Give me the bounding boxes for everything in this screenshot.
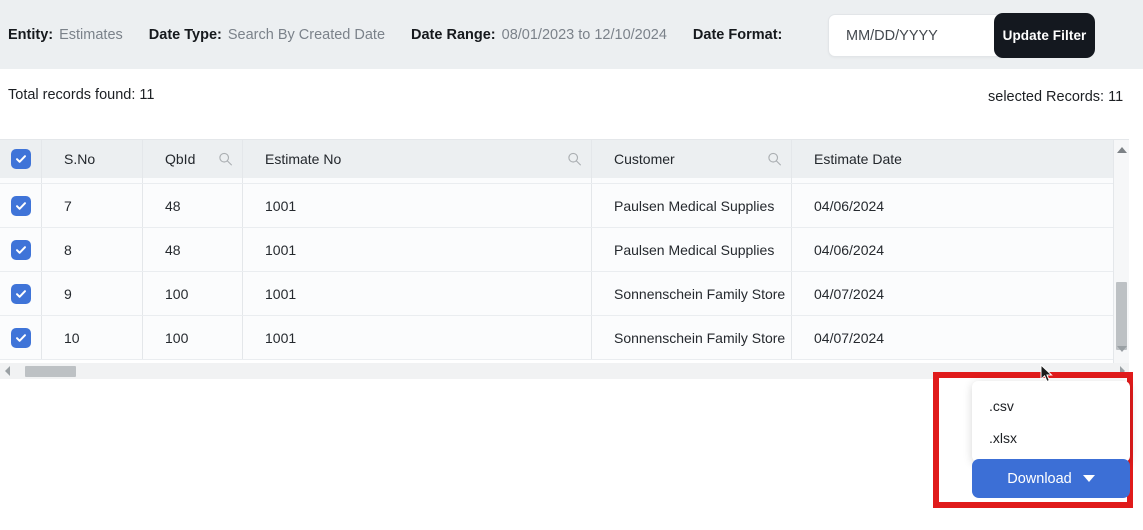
cell-sno: 7 bbox=[42, 184, 143, 227]
vertical-scrollbar[interactable] bbox=[1113, 140, 1129, 363]
cell-customer: Sonnenschein Family Store bbox=[592, 316, 792, 359]
search-icon[interactable] bbox=[767, 152, 782, 167]
date-range-value: 08/01/2023 to 12/10/2024 bbox=[501, 26, 667, 43]
cell-sno: 10 bbox=[42, 316, 143, 359]
horizontal-scrollbar-thumb[interactable] bbox=[25, 366, 76, 377]
filter-fields: Entity: Estimates Date Type: Search By C… bbox=[8, 0, 788, 69]
row-checkbox[interactable] bbox=[10, 283, 31, 304]
row-select-cell[interactable] bbox=[0, 316, 42, 359]
download-option-csv[interactable]: .csv bbox=[972, 390, 1130, 422]
date-format-input[interactable]: MM/DD/YYYY bbox=[828, 14, 1010, 57]
total-records-label: Total records found: 11 bbox=[8, 87, 155, 103]
table-header: S.No QbId Estimate No Customer Estimate … bbox=[0, 140, 1113, 178]
cell-estimate-no: 1001 bbox=[243, 184, 592, 227]
entity-value: Estimates bbox=[59, 26, 123, 43]
cell-customer: Sonnenschein Family Store bbox=[592, 272, 792, 315]
cell-estimate-date: 04/06/2024 bbox=[814, 241, 885, 258]
chevron-down-icon bbox=[1082, 475, 1095, 482]
row-checkbox[interactable] bbox=[10, 327, 31, 348]
search-icon[interactable] bbox=[218, 152, 233, 167]
cell-estimate-date: 04/07/2024 bbox=[814, 329, 885, 346]
table-row[interactable]: 8 48 1001 Paulsen Medical Supplies 04/06… bbox=[0, 228, 1113, 272]
cell-estimate-no: 1001 bbox=[243, 228, 592, 271]
column-header-label: Estimate Date bbox=[814, 151, 902, 167]
scroll-up-arrow-icon[interactable] bbox=[1114, 142, 1129, 157]
cell-qbid: 48 bbox=[143, 184, 243, 227]
scroll-left-arrow-icon[interactable] bbox=[1, 365, 13, 377]
column-header-sno[interactable]: S.No bbox=[42, 140, 143, 178]
date-type-value: Search By Created Date bbox=[227, 26, 386, 43]
cell-estimate-no: 1001 bbox=[243, 316, 592, 359]
cell-estimate-date: 04/06/2024 bbox=[814, 197, 885, 214]
selected-records-label: selected Records: 11 bbox=[988, 89, 1124, 105]
date-type-label: Date Type: bbox=[148, 26, 222, 43]
download-option-xlsx[interactable]: .xlsx bbox=[972, 422, 1130, 454]
download-button[interactable]: Download bbox=[972, 459, 1130, 498]
counts-row: Total records found: 11 selected Records… bbox=[0, 69, 1143, 141]
records-table: 7 48 1001 Paulsen Medical Supplies 04/06… bbox=[0, 139, 1129, 363]
row-checkbox[interactable] bbox=[10, 195, 31, 216]
row-select-cell[interactable] bbox=[0, 272, 42, 315]
column-header-label: Estimate No bbox=[265, 151, 342, 167]
cell-estimate-date: 04/07/2024 bbox=[814, 285, 885, 302]
column-header-qbid[interactable]: QbId bbox=[143, 140, 243, 178]
cell-customer: Paulsen Medical Supplies bbox=[592, 184, 792, 227]
table-row[interactable]: 7 48 1001 Paulsen Medical Supplies 04/06… bbox=[0, 184, 1113, 228]
cell-sno: 8 bbox=[42, 228, 143, 271]
filter-bar: Entity: Estimates Date Type: Search By C… bbox=[0, 0, 1143, 69]
scroll-down-arrow-icon[interactable] bbox=[1114, 341, 1129, 356]
cell-qbid: 100 bbox=[143, 272, 243, 315]
cell-estimate-no: 1001 bbox=[243, 272, 592, 315]
row-checkbox[interactable] bbox=[10, 239, 31, 260]
column-header-estimate-date[interactable]: Estimate Date bbox=[792, 140, 1113, 178]
date-format-input-value: MM/DD/YYYY bbox=[846, 27, 938, 44]
column-header-label: Customer bbox=[614, 151, 675, 167]
select-all-cell[interactable] bbox=[0, 140, 42, 178]
table-row[interactable]: 10 100 1001 Sonnenschein Family Store 04… bbox=[0, 316, 1113, 360]
search-icon[interactable] bbox=[567, 152, 582, 167]
date-format-label: Date Format: bbox=[692, 26, 783, 43]
update-filter-button[interactable]: Update Filter bbox=[994, 13, 1095, 58]
cell-sno: 9 bbox=[42, 272, 143, 315]
entity-label: Entity: bbox=[8, 26, 54, 43]
cell-customer: Paulsen Medical Supplies bbox=[592, 228, 792, 271]
row-select-cell[interactable] bbox=[0, 184, 42, 227]
vertical-scrollbar-thumb[interactable] bbox=[1116, 282, 1127, 350]
column-header-label: S.No bbox=[64, 151, 96, 167]
column-header-customer[interactable]: Customer bbox=[592, 140, 792, 178]
cell-qbid: 100 bbox=[143, 316, 243, 359]
download-button-label: Download bbox=[1007, 470, 1072, 487]
table-row[interactable]: 9 100 1001 Sonnenschein Family Store 04/… bbox=[0, 272, 1113, 316]
column-header-label: QbId bbox=[165, 151, 196, 167]
row-select-cell[interactable] bbox=[0, 228, 42, 271]
select-all-checkbox[interactable] bbox=[10, 149, 31, 169]
column-header-estimate-no[interactable]: Estimate No bbox=[243, 140, 592, 178]
date-range-label: Date Range: bbox=[411, 26, 496, 43]
download-format-menu: .csv .xlsx bbox=[972, 381, 1130, 462]
cell-qbid: 48 bbox=[143, 228, 243, 271]
